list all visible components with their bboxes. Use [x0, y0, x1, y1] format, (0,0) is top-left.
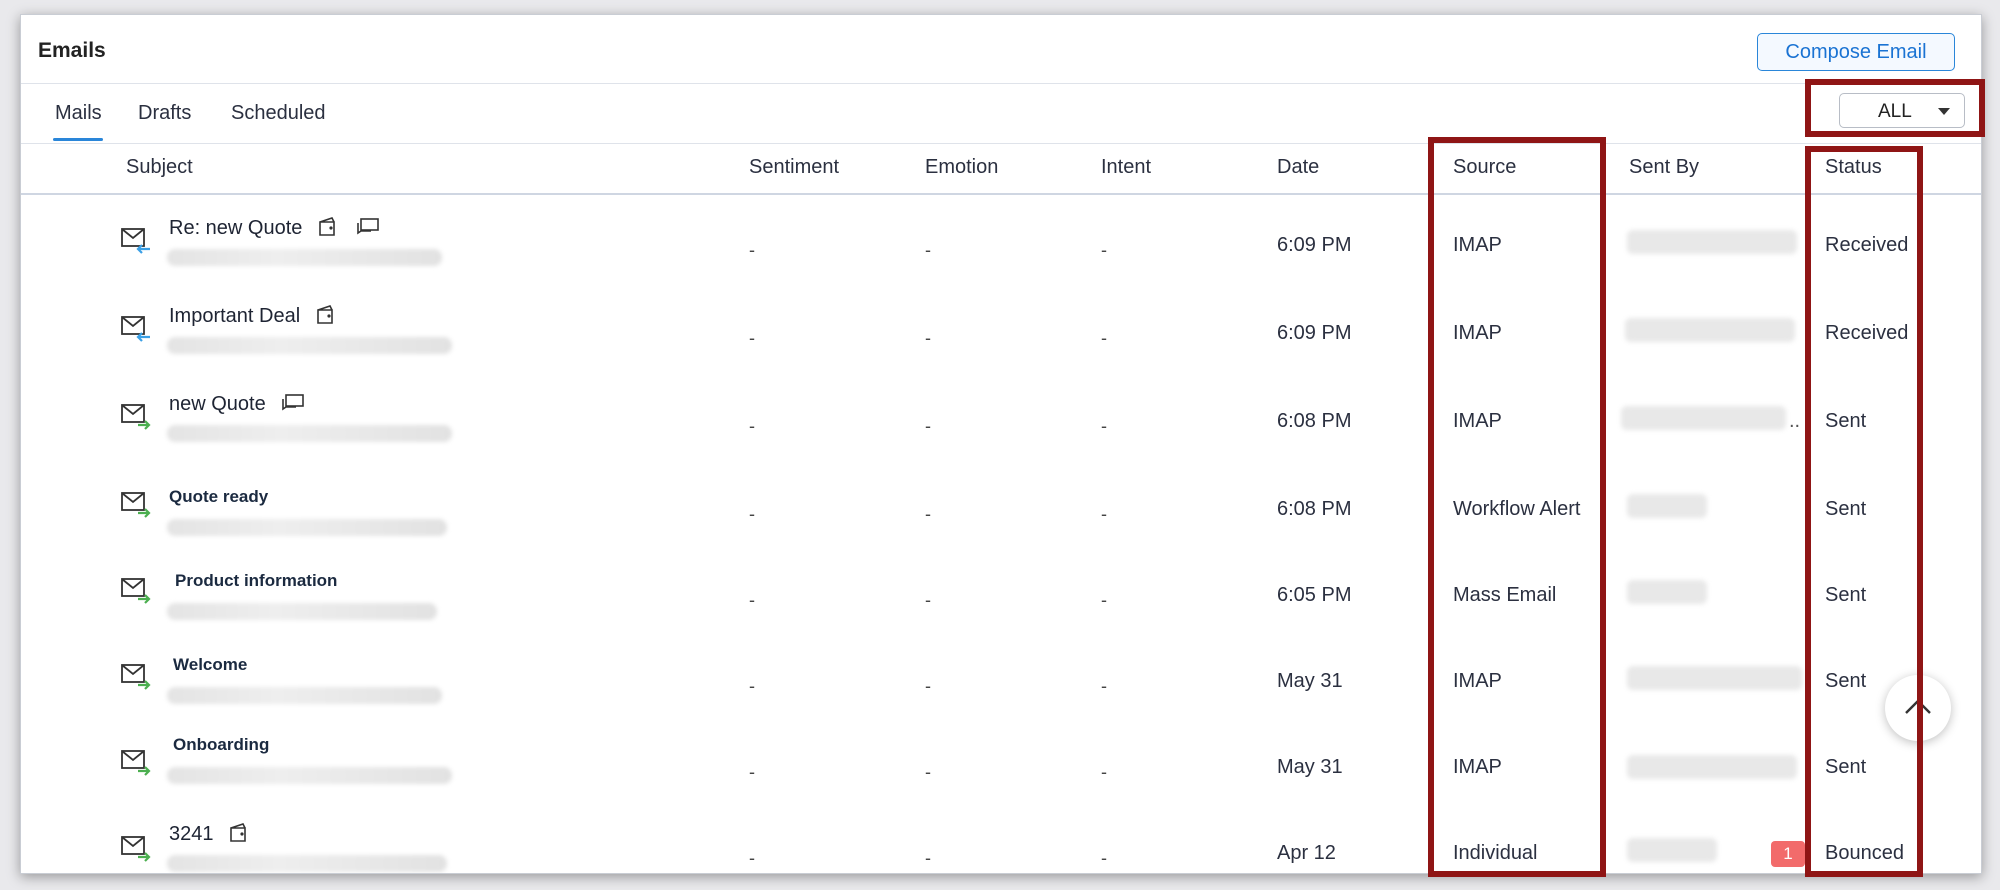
- tabs-divider: [21, 143, 1981, 144]
- notification-badge[interactable]: 1: [1771, 841, 1805, 867]
- table-row[interactable]: Onboarding - - - May 31 IMAP Sent: [21, 727, 1981, 815]
- outgoing-mail-icon: [121, 578, 151, 604]
- chat-icon: [356, 218, 379, 235]
- table-row[interactable]: Re: new Quote - - - 6:09 PM IMAP Receive…: [21, 205, 1981, 293]
- date-cell: May 31: [1277, 756, 1343, 778]
- table-row[interactable]: 3241 - - - Apr 12 Individual Bounced: [21, 813, 1981, 873]
- recipient-email-redacted: [167, 337, 452, 354]
- mail-subject[interactable]: Important Deal: [169, 305, 338, 328]
- sentiment-cell: -: [749, 504, 755, 524]
- wallet-icon: [230, 823, 246, 842]
- sentiment-cell: -: [749, 328, 755, 348]
- mail-subject[interactable]: Onboarding: [173, 735, 269, 755]
- column-header-emotion[interactable]: Emotion: [925, 156, 998, 179]
- sent-by-ellipsis: ..: [1789, 410, 1801, 432]
- sent-by-redacted: [1621, 406, 1786, 430]
- sent-by-redacted: [1627, 494, 1707, 518]
- highlight-source-column: [1428, 137, 1606, 877]
- column-header-sent-by[interactable]: Sent By: [1629, 156, 1699, 179]
- emotion-cell: -: [925, 848, 931, 868]
- recipient-email-redacted: [167, 603, 437, 620]
- intent-cell: -: [1101, 240, 1107, 260]
- sent-by-redacted: [1627, 838, 1717, 862]
- mail-subject[interactable]: 3241: [169, 823, 251, 846]
- active-tab-indicator: [53, 138, 103, 141]
- sentiment-cell: -: [749, 240, 755, 260]
- column-header-sentiment[interactable]: Sentiment: [749, 156, 839, 179]
- tab-mails[interactable]: Mails: [55, 102, 102, 125]
- incoming-mail-icon: [121, 316, 150, 342]
- outgoing-mail-icon: [121, 664, 151, 690]
- intent-cell: -: [1101, 676, 1107, 696]
- emotion-cell: -: [925, 590, 931, 610]
- intent-cell: -: [1101, 328, 1107, 348]
- mail-subject[interactable]: new Quote: [169, 393, 305, 416]
- emotion-cell: -: [925, 328, 931, 348]
- outgoing-mail-icon: [121, 492, 151, 518]
- sentiment-cell: -: [749, 762, 755, 782]
- emotion-cell: -: [925, 676, 931, 696]
- column-header-intent[interactable]: Intent: [1101, 156, 1151, 179]
- tab-drafts[interactable]: Drafts: [138, 102, 191, 125]
- table-row[interactable]: Quote ready - - - 6:08 PM Workflow Alert…: [21, 469, 1981, 557]
- compose-email-button[interactable]: Compose Email: [1757, 33, 1955, 71]
- date-cell: Apr 12: [1277, 842, 1336, 864]
- outgoing-mail-icon: [121, 404, 151, 430]
- date-cell: 6:05 PM: [1277, 584, 1352, 606]
- panel-title: Emails: [38, 39, 106, 62]
- date-cell: 6:08 PM: [1277, 410, 1352, 432]
- outgoing-mail-icon: [121, 836, 151, 862]
- recipient-email-redacted: [167, 519, 447, 536]
- emotion-cell: -: [925, 416, 931, 436]
- mail-subject[interactable]: Re: new Quote: [169, 217, 380, 240]
- table-row[interactable]: Important Deal - - - 6:09 PM IMAP Receiv…: [21, 293, 1981, 381]
- wallet-icon: [319, 217, 335, 236]
- outgoing-mail-icon: [121, 750, 151, 776]
- mail-subject[interactable]: Quote ready: [169, 487, 268, 507]
- intent-cell: -: [1101, 590, 1107, 610]
- incoming-mail-icon: [121, 228, 150, 254]
- sentiment-cell: -: [749, 848, 755, 868]
- sent-by-redacted: [1627, 230, 1797, 254]
- sentiment-cell: -: [749, 416, 755, 436]
- emotion-cell: -: [925, 504, 931, 524]
- intent-cell: -: [1101, 762, 1107, 782]
- emotion-cell: -: [925, 762, 931, 782]
- emotion-cell: -: [925, 240, 931, 260]
- sent-by-redacted: [1627, 580, 1707, 604]
- wallet-icon: [316, 305, 333, 324]
- table-row[interactable]: Welcome - - - May 31 IMAP Sent: [21, 641, 1981, 729]
- emails-panel: Emails Compose Email Mails Drafts Schedu…: [20, 14, 1982, 874]
- column-header-date[interactable]: Date: [1277, 156, 1319, 179]
- date-cell: 6:09 PM: [1277, 234, 1352, 256]
- date-cell: May 31: [1277, 670, 1343, 692]
- header-row-divider: [21, 193, 1981, 195]
- mail-subject[interactable]: Product information: [175, 571, 337, 591]
- sent-by-redacted: [1627, 666, 1802, 690]
- sent-by-redacted: [1627, 755, 1797, 779]
- recipient-email-redacted: [167, 855, 447, 872]
- recipient-email-redacted: [167, 249, 442, 266]
- highlight-status-column: [1805, 146, 1923, 877]
- intent-cell: -: [1101, 504, 1107, 524]
- tab-scheduled[interactable]: Scheduled: [231, 102, 326, 125]
- column-header-subject[interactable]: Subject: [126, 156, 193, 179]
- intent-cell: -: [1101, 416, 1107, 436]
- chat-icon: [282, 394, 305, 411]
- recipient-email-redacted: [167, 425, 452, 442]
- sentiment-cell: -: [749, 590, 755, 610]
- mail-subject[interactable]: Welcome: [173, 655, 247, 675]
- intent-cell: -: [1101, 848, 1107, 868]
- recipient-email-redacted: [167, 687, 442, 704]
- table-row[interactable]: Product information - - - 6:05 PM Mass E…: [21, 555, 1981, 643]
- highlight-filter-box: [1805, 79, 1985, 137]
- recipient-email-redacted: [167, 767, 452, 784]
- header-divider: [21, 83, 1981, 84]
- date-cell: 6:09 PM: [1277, 322, 1352, 344]
- date-cell: 6:08 PM: [1277, 498, 1352, 520]
- sent-by-redacted: [1625, 318, 1795, 342]
- sentiment-cell: -: [749, 676, 755, 696]
- table-row[interactable]: new Quote - - - 6:08 PM IMAP .. Sent: [21, 381, 1981, 469]
